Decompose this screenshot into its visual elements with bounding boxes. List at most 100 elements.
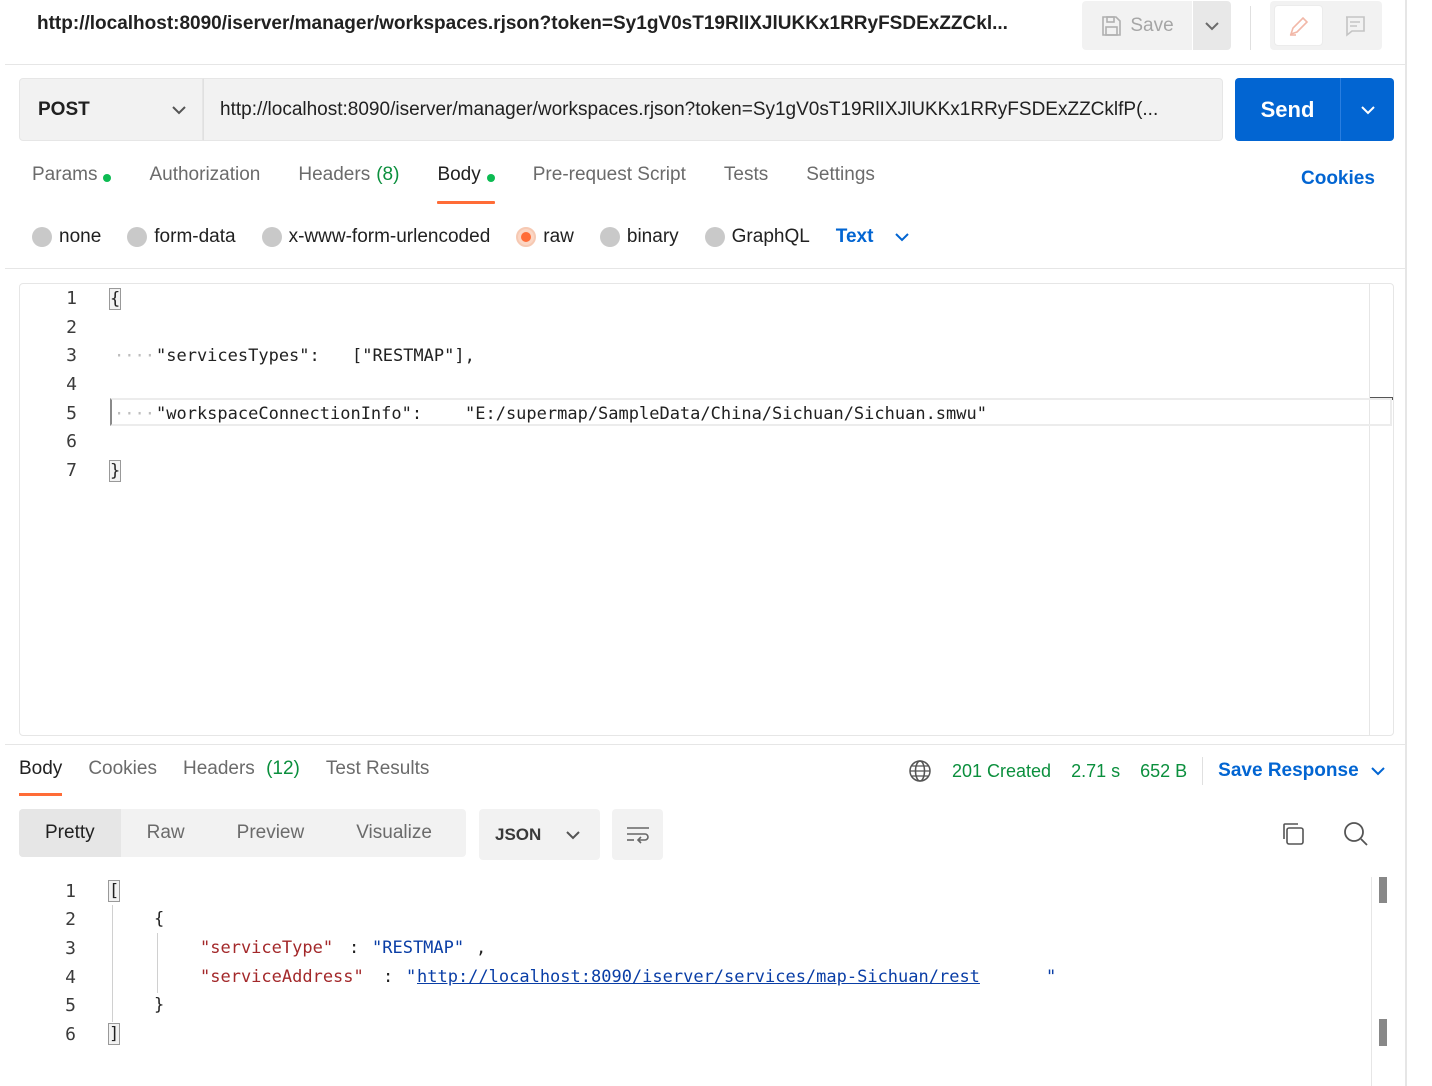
send-dropdown-button[interactable] [1341,78,1394,141]
close-brace: } [154,995,165,1015]
save-button[interactable]: Save [1082,1,1192,50]
radio-circle-selected [516,227,537,247]
close-bracket: ] [107,1023,121,1045]
wrap-lines-button[interactable] [612,809,663,860]
service-address-link[interactable]: http://localhost:8090/iserver/services/m… [417,967,980,987]
tab-params[interactable]: Params [32,164,112,204]
tab-authorization[interactable]: Authorization [149,164,260,204]
copy-icon [1283,823,1304,845]
wrap-lines-icon [626,826,649,844]
request-title[interactable]: http://localhost:8090/iserver/manager/wo… [37,13,1037,35]
chevron-down-icon [1360,105,1375,114]
save-response-label: Save Response [1218,760,1359,781]
radio-graphql[interactable]: GraphQL [704,226,810,248]
whitespace-dots: ···· [114,404,155,424]
radio-binary[interactable]: binary [599,226,679,248]
line-number: 7 [66,460,77,481]
open-brace: { [154,909,165,929]
comments-button[interactable] [1327,1,1382,50]
editor-scrollbar-track [1369,284,1370,735]
save-dropdown-button[interactable] [1193,1,1231,50]
line-number: 1 [66,288,77,309]
quote: " [1046,967,1057,987]
tab-settings[interactable]: Settings [806,164,875,204]
tab-tests[interactable]: Tests [724,164,768,204]
chevron-down-icon [1370,767,1385,776]
globe-icon[interactable] [908,759,932,783]
colon: : [383,967,404,987]
tab-headers[interactable]: Headers (8) [298,164,399,204]
raw-format-dropdown[interactable]: Text [836,226,910,248]
response-scrollbar-thumb[interactable] [1379,877,1387,903]
chevron-down-icon [172,105,186,114]
search-icon [1344,822,1368,846]
save-label: Save [1130,14,1174,36]
tab-body-label: Body [437,164,481,185]
response-tab-test-results[interactable]: Test Results [326,758,429,796]
radio-none-label: none [59,226,102,247]
tab-settings-label: Settings [806,164,875,185]
divider [1250,6,1251,50]
json-value: "E:/supermap/SampleData/China/Sichuan/Si… [465,404,987,424]
response-tab-cookies[interactable]: Cookies [88,758,157,796]
send-button[interactable]: Send [1235,78,1341,141]
line-number: 6 [66,431,77,452]
line-number: 2 [66,317,77,338]
json-key: "workspaceConnectionInfo": [156,404,423,424]
colon: : [349,938,370,958]
response-size[interactable]: 652 B [1140,761,1187,782]
pencil-icon [1289,16,1308,36]
tab-params-label: Params [32,164,98,185]
json-key: "serviceAddress" [200,967,364,987]
response-tab-headers[interactable]: Headers (12) [183,758,300,796]
radio-form-data[interactable]: form-data [127,226,236,248]
url-text: http://localhost:8090/iserver/manager/wo… [220,98,1159,120]
divider [5,64,1405,65]
status-code[interactable]: 201 Created [952,761,1051,782]
radio-circle [261,227,282,247]
radio-none[interactable]: none [32,226,101,248]
divider [5,744,1405,745]
radio-urlencoded[interactable]: x-www-form-urlencoded [261,226,490,248]
response-format-dropdown[interactable]: JSON [479,809,600,860]
open-brace: { [108,288,122,310]
save-icon [1102,15,1122,36]
json-key: "serviceType" [200,938,334,958]
line-number: 3 [66,345,77,366]
view-pretty[interactable]: Pretty [19,809,121,857]
save-response-button[interactable]: Save Response [1218,760,1385,782]
response-tab-body[interactable]: Body [19,758,63,796]
send-button-group: Send [1235,78,1394,141]
tab-body[interactable]: Body [437,164,496,204]
method-select[interactable]: POST [19,78,203,141]
method-label: POST [38,98,90,120]
view-raw[interactable]: Raw [121,809,211,857]
radio-raw[interactable]: raw [516,226,574,248]
response-tab-headers-label: Headers [182,758,255,779]
radio-graphql-label: GraphQL [731,226,810,247]
open-bracket: [ [107,880,121,902]
chevron-down-icon [1205,21,1219,30]
response-tab-cookies-label: Cookies [88,758,157,779]
params-indicator-dot [103,174,112,182]
view-visualize[interactable]: Visualize [330,809,458,857]
json-value: "RESTMAP" [372,938,465,958]
divider [5,268,1405,269]
json-value: ["RESTMAP"], [352,346,475,366]
line-number: 4 [66,374,77,395]
copy-button[interactable] [1280,821,1306,852]
body-indicator-dot [486,174,495,182]
view-preview[interactable]: Preview [211,809,331,857]
cookies-link[interactable]: Cookies [1301,168,1375,190]
tab-pre-request-script[interactable]: Pre-request Script [533,164,686,204]
edit-button[interactable] [1274,5,1324,46]
response-headers-count: (12) [266,758,300,779]
response-format-label: JSON [495,824,542,844]
response-time[interactable]: 2.71 s [1071,761,1120,782]
radio-circle [32,227,52,247]
tab-headers-label: Headers [298,164,371,185]
search-button[interactable] [1342,820,1370,853]
url-input[interactable]: http://localhost:8090/iserver/manager/wo… [203,78,1223,141]
response-tabs: Body Cookies Headers (12) Test Results [19,758,455,796]
indent-guide [157,933,158,993]
